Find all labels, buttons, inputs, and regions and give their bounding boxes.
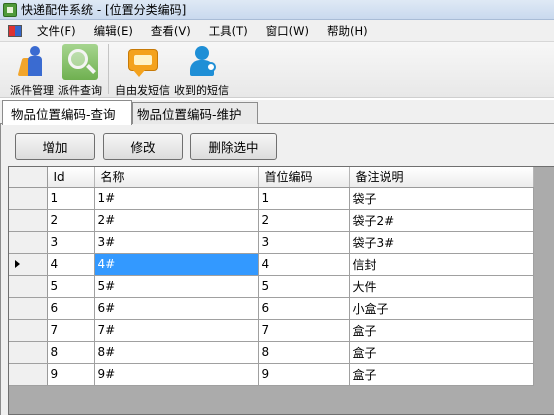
- table-row[interactable]: 9 9# 9 盒子: [9, 363, 534, 386]
- toolbar: 派件管理 派件查询 自由发短信 收到的短信: [0, 42, 554, 98]
- menu-bar: 文件(F) 编辑(E) 查看(V) 工具(T) 窗口(W) 帮助(H): [0, 20, 554, 42]
- grid-cell-remark[interactable]: 袋子3#: [349, 231, 534, 254]
- grid-cell-name[interactable]: 8#: [94, 341, 259, 364]
- table-row[interactable]: 7 7# 7 盒子: [9, 319, 534, 342]
- dispatch-manage-label: 派件管理: [10, 84, 54, 97]
- message-bubble-icon: [125, 44, 161, 80]
- table-row[interactable]: 4 4# 4 信封: [9, 253, 534, 276]
- received-sms-button[interactable]: 收到的短信: [172, 44, 231, 98]
- free-sms-label: 自由发短信: [115, 84, 170, 97]
- grid-cell-id[interactable]: 3: [47, 231, 95, 254]
- grid-cell-first-code[interactable]: 4: [258, 253, 350, 276]
- grid-cell-remark[interactable]: 袋子2#: [349, 209, 534, 232]
- grid-cell-first-code[interactable]: 9: [258, 363, 350, 386]
- dispatch-query-label: 派件查询: [58, 84, 102, 97]
- search-icon: [62, 44, 98, 80]
- grid-cell-id[interactable]: 2: [47, 209, 95, 232]
- grid-cell-first-code[interactable]: 6: [258, 297, 350, 320]
- row-header[interactable]: [9, 275, 48, 298]
- table-row[interactable]: 8 8# 8 盒子: [9, 341, 534, 364]
- column-header-id[interactable]: Id: [47, 167, 95, 188]
- column-header-first-code[interactable]: 首位编码: [258, 167, 350, 188]
- grid-body: 1 1# 1 袋子 2 2# 2 袋子2# 3 3# 3 袋子3# 4 4# 4 信封 5 5# 5 大件 6 6# 6 小盒…: [9, 187, 534, 386]
- grid-table: Id 名称 首位编码 备注说明 1 1# 1 袋子 2 2# 2 袋子2# 3 3# 3 袋子3# 4 4…: [9, 167, 534, 386]
- row-header[interactable]: [9, 253, 48, 276]
- column-header-name[interactable]: 名称: [94, 167, 259, 188]
- current-row-arrow-icon: [15, 260, 20, 268]
- grid-cell-id[interactable]: 9: [47, 363, 95, 386]
- toolbar-separator: [108, 44, 109, 94]
- grid-cell-name[interactable]: 3#: [94, 231, 259, 254]
- table-row[interactable]: 2 2# 2 袋子2#: [9, 209, 534, 232]
- table-row[interactable]: 6 6# 6 小盒子: [9, 297, 534, 320]
- tab-location-query[interactable]: 物品位置编码-查询: [2, 100, 132, 125]
- menu-window[interactable]: 窗口(W): [257, 23, 318, 39]
- row-header[interactable]: [9, 319, 48, 342]
- menu-tools[interactable]: 工具(T): [200, 23, 257, 39]
- grid-cell-first-code[interactable]: 8: [258, 341, 350, 364]
- column-header-remark[interactable]: 备注说明: [349, 167, 534, 188]
- free-sms-button[interactable]: 自由发短信: [113, 44, 172, 98]
- grid-cell-remark[interactable]: 盒子: [349, 363, 534, 386]
- row-header[interactable]: [9, 231, 48, 254]
- edit-button[interactable]: 修改: [103, 133, 183, 160]
- grid-cell-remark[interactable]: 盒子: [349, 341, 534, 364]
- received-sms-label: 收到的短信: [174, 84, 229, 97]
- dispatch-manage-icon: [14, 44, 50, 80]
- grid-cell-id[interactable]: 1: [47, 187, 95, 210]
- window-title: 快递配件系统 - [位置分类编码]: [21, 3, 187, 17]
- grid-cell-name[interactable]: 5#: [94, 275, 259, 298]
- tab-panel: 增加 修改 删除选中 Id 名称 首位编码 备注说明 1 1# 1 袋子 2 2# 2 袋子: [0, 124, 554, 415]
- grid-cell-name[interactable]: 1#: [94, 187, 259, 210]
- data-grid[interactable]: Id 名称 首位编码 备注说明 1 1# 1 袋子 2 2# 2 袋子2# 3 3# 3 袋子3# 4 4…: [8, 166, 554, 415]
- grid-cell-remark[interactable]: 盒子: [349, 319, 534, 342]
- menu-file[interactable]: 文件(F): [28, 23, 85, 39]
- grid-cell-id[interactable]: 7: [47, 319, 95, 342]
- dispatch-manage-button[interactable]: 派件管理: [8, 44, 56, 98]
- grid-cell-remark[interactable]: 大件: [349, 275, 534, 298]
- row-header[interactable]: [9, 209, 48, 232]
- grid-cell-name[interactable]: 9#: [94, 363, 259, 386]
- grid-cell-name[interactable]: 6#: [94, 297, 259, 320]
- grid-cell-remark[interactable]: 袋子: [349, 187, 534, 210]
- tab-strip: 物品位置编码-查询 物品位置编码-维护: [0, 100, 554, 125]
- corner-header[interactable]: [9, 167, 48, 188]
- row-header[interactable]: [9, 187, 48, 210]
- row-header[interactable]: [9, 341, 48, 364]
- grid-cell-first-code[interactable]: 5: [258, 275, 350, 298]
- table-row[interactable]: 3 3# 3 袋子3#: [9, 231, 534, 254]
- menu-help[interactable]: 帮助(H): [318, 23, 377, 39]
- table-row[interactable]: 1 1# 1 袋子: [9, 187, 534, 210]
- menu-view[interactable]: 查看(V): [142, 23, 200, 39]
- grid-cell-id[interactable]: 4: [47, 253, 95, 276]
- user-icon: [184, 44, 220, 80]
- add-button[interactable]: 增加: [15, 133, 95, 160]
- menu-edit[interactable]: 编辑(E): [85, 23, 142, 39]
- grid-cell-name[interactable]: 4#: [94, 253, 259, 276]
- grid-cell-first-code[interactable]: 2: [258, 209, 350, 232]
- row-header[interactable]: [9, 297, 48, 320]
- grid-cell-first-code[interactable]: 3: [258, 231, 350, 254]
- grid-cell-name[interactable]: 2#: [94, 209, 259, 232]
- delete-selected-button[interactable]: 删除选中: [190, 133, 277, 160]
- grid-cell-first-code[interactable]: 7: [258, 319, 350, 342]
- grid-cell-first-code[interactable]: 1: [258, 187, 350, 210]
- grid-cell-name[interactable]: 7#: [94, 319, 259, 342]
- title-bar: 快递配件系统 - [位置分类编码]: [0, 0, 554, 20]
- dispatch-query-button[interactable]: 派件查询: [56, 44, 104, 98]
- grid-header-row: Id 名称 首位编码 备注说明: [9, 167, 534, 188]
- grid-cell-id[interactable]: 6: [47, 297, 95, 320]
- grid-cell-id[interactable]: 5: [47, 275, 95, 298]
- document-icon[interactable]: [8, 24, 22, 37]
- tab-location-maintain[interactable]: 物品位置编码-维护: [132, 102, 258, 124]
- table-row[interactable]: 5 5# 5 大件: [9, 275, 534, 298]
- grid-cell-remark[interactable]: 小盒子: [349, 297, 534, 320]
- grid-cell-id[interactable]: 8: [47, 341, 95, 364]
- row-header[interactable]: [9, 363, 48, 386]
- app-icon: [3, 2, 17, 17]
- grid-cell-remark[interactable]: 信封: [349, 253, 534, 276]
